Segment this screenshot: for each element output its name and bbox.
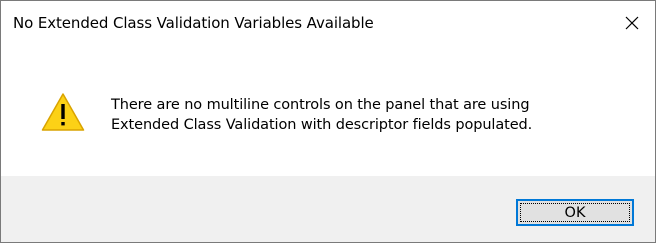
message-line-2: Extended Class Validation with descripto… — [111, 117, 533, 133]
dialog-content: There are no multiline controls on the p… — [1, 45, 655, 176]
ok-button[interactable]: OK — [516, 199, 634, 226]
message-dialog: No Extended Class Validation Variables A… — [0, 0, 656, 243]
message-line-1: There are no multiline controls on the p… — [111, 97, 530, 113]
close-button[interactable] — [609, 1, 655, 45]
warning-icon — [41, 93, 85, 131]
title-bar[interactable]: No Extended Class Validation Variables A… — [1, 1, 655, 45]
ok-button-label: OK — [564, 204, 586, 221]
window-title: No Extended Class Validation Variables A… — [13, 14, 374, 32]
message-text: There are no multiline controls on the p… — [111, 95, 532, 135]
button-bar: OK — [1, 176, 655, 242]
close-icon — [625, 16, 639, 30]
